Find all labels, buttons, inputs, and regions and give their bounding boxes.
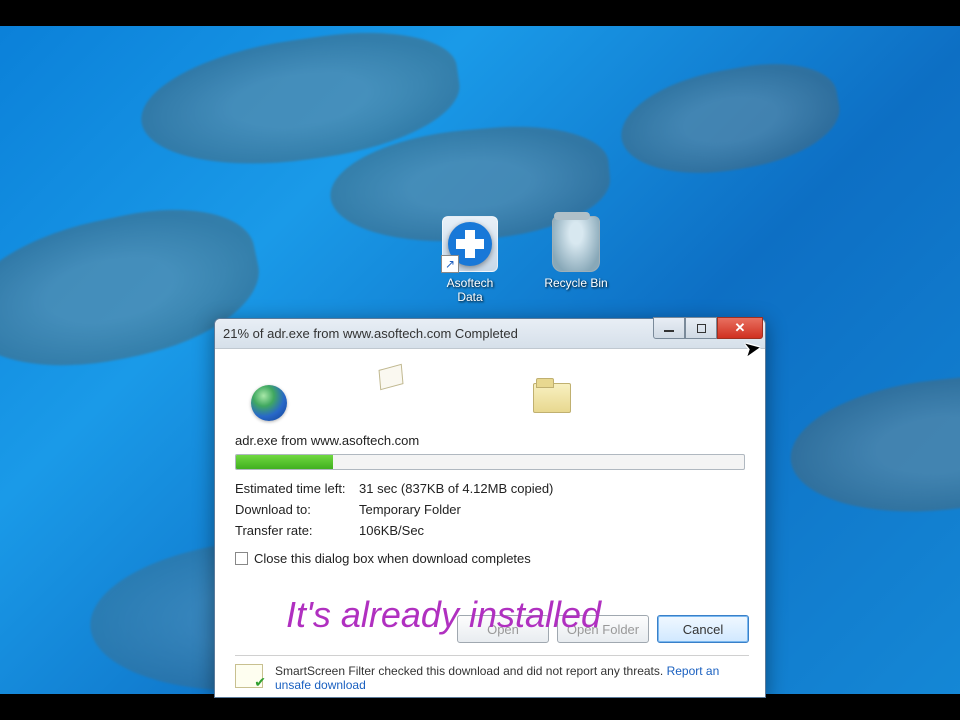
desktop-icon-label: Recycle Bin — [544, 276, 607, 290]
checkbox-label: Close this dialog box when download comp… — [254, 551, 531, 566]
close-on-complete-checkbox[interactable]: Close this dialog box when download comp… — [235, 551, 745, 566]
titlebar[interactable]: 21% of adr.exe from www.asoftech.com Com… — [215, 319, 765, 349]
desktop-icon-asoftech[interactable]: ↗ Asoftech Data — [426, 216, 514, 304]
cancel-button[interactable]: Cancel — [657, 615, 749, 643]
desktop-icon-recycle-bin[interactable]: Recycle Bin — [532, 216, 620, 304]
rate-label: Transfer rate: — [235, 520, 359, 541]
eta-value: 31 sec (837KB of 4.12MB copied) — [359, 478, 553, 499]
maximize-button[interactable] — [685, 317, 717, 339]
download-source: adr.exe from www.asoftech.com — [235, 433, 745, 448]
progress-fill — [236, 455, 333, 469]
download-dialog: 21% of adr.exe from www.asoftech.com Com… — [214, 318, 766, 698]
desktop-icons: ↗ Asoftech Data Recycle Bin — [426, 216, 620, 304]
dest-value: Temporary Folder — [359, 499, 461, 520]
flying-page-icon — [379, 364, 404, 390]
smartscreen-notice: SmartScreen Filter checked this download… — [235, 655, 749, 697]
desktop-icon-label: Asoftech Data — [447, 276, 494, 304]
video-caption: It's already installed — [286, 594, 601, 636]
folder-icon — [533, 383, 571, 413]
download-stats: Estimated time left: 31 sec (837KB of 4.… — [235, 478, 745, 541]
globe-icon — [251, 385, 287, 421]
smartscreen-text: SmartScreen Filter checked this download… — [275, 664, 663, 678]
asoftech-icon: ↗ — [442, 216, 498, 272]
eta-label: Estimated time left: — [235, 478, 359, 499]
smartscreen-icon — [235, 664, 263, 688]
recycle-bin-icon — [548, 216, 604, 272]
window-title: 21% of adr.exe from www.asoftech.com Com… — [223, 326, 518, 341]
download-animation — [235, 361, 745, 433]
minimize-button[interactable] — [653, 317, 685, 339]
rate-value: 106KB/Sec — [359, 520, 424, 541]
checkbox-icon[interactable] — [235, 552, 248, 565]
dest-label: Download to: — [235, 499, 359, 520]
progress-bar — [235, 454, 745, 470]
